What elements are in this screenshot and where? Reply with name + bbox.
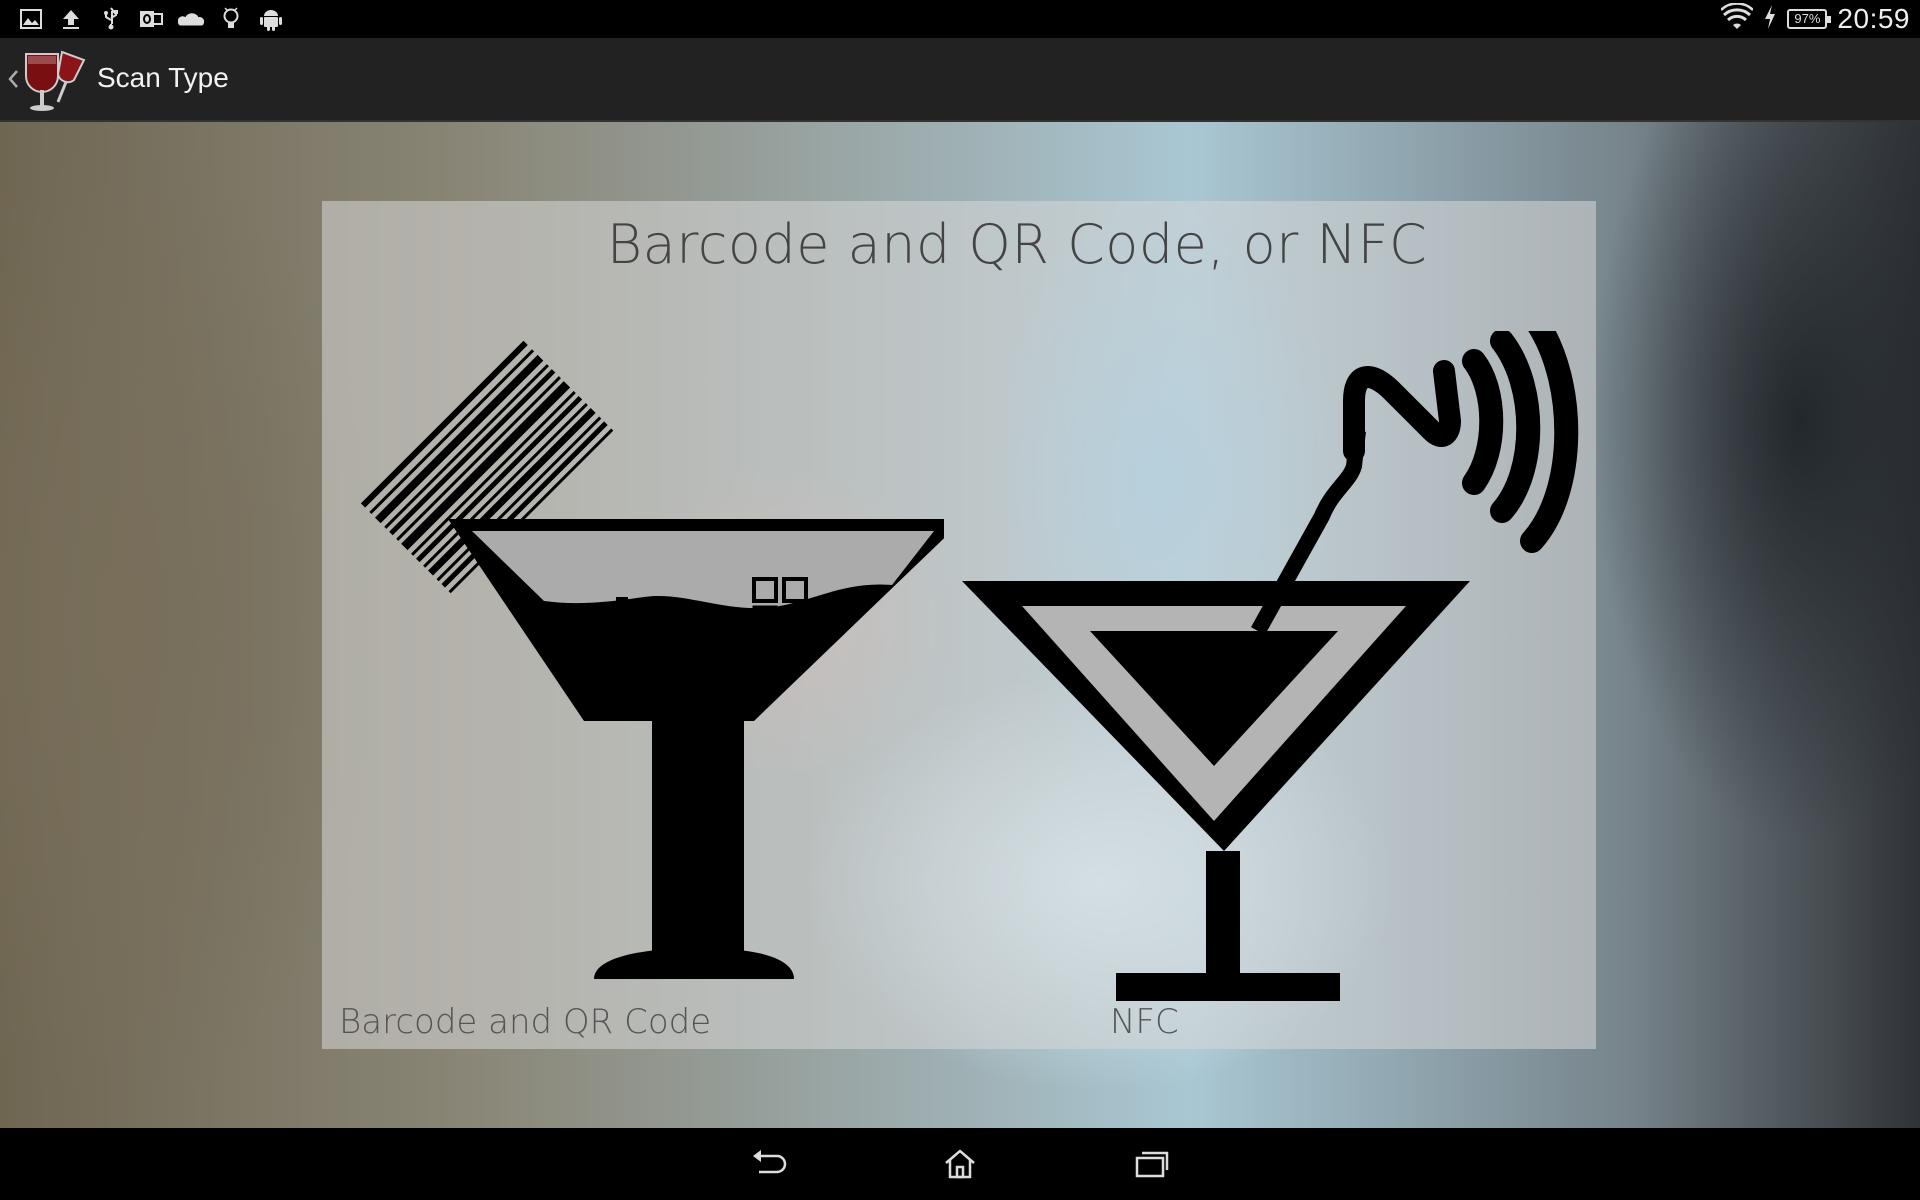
- upload-icon: [58, 6, 84, 32]
- up-navigation-icon[interactable]: [6, 64, 20, 94]
- barcode-cocktail-icon[interactable]: [344, 301, 944, 1001]
- notification-icons: [18, 6, 284, 32]
- battery-indicator: 97%: [1787, 9, 1832, 29]
- action-bar: Scan Type: [0, 38, 1920, 122]
- wifi-icon: [1720, 2, 1755, 35]
- wine-glasses-icon[interactable]: [22, 46, 86, 114]
- home-icon[interactable]: [935, 1142, 985, 1186]
- content-area: Barcode and QR Code, or NFC Barcode and …: [0, 122, 1920, 1128]
- cloud-icon: [178, 6, 204, 32]
- android-icon: [258, 6, 284, 32]
- option-barcode-label[interactable]: Barcode and QR Code: [339, 1002, 711, 1042]
- gallery-icon: [18, 6, 44, 32]
- lightbulb-icon: [218, 6, 244, 32]
- outlook-icon: [138, 6, 164, 32]
- option-nfc-label[interactable]: NFC: [1110, 1002, 1179, 1042]
- panel-title: Barcode and QR Code, or NFC: [606, 213, 1428, 276]
- charging-icon: [1763, 5, 1777, 33]
- nfc-cocktail-icon[interactable]: [962, 331, 1582, 1001]
- back-icon[interactable]: [744, 1142, 794, 1186]
- status-clock: 20:59: [1837, 3, 1910, 34]
- action-bar-title: Scan Type: [97, 62, 229, 93]
- system-indicators: 97% 20:59: [1720, 0, 1910, 38]
- scan-type-panel: Barcode and QR Code, or NFC Barcode and …: [322, 201, 1596, 1049]
- usb-icon: [98, 6, 124, 32]
- status-bar: 97% 20:59: [0, 0, 1920, 38]
- recent-apps-icon[interactable]: [1127, 1142, 1177, 1186]
- navigation-bar: [0, 1128, 1920, 1200]
